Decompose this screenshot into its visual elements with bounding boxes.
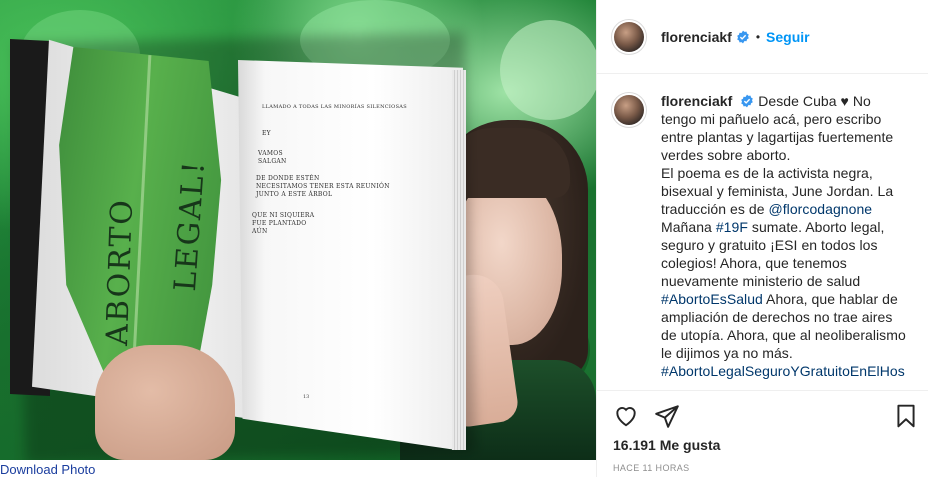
caption-text-line: traducción es de — [661, 201, 769, 217]
caption-text-line: nuevamente ministerio de salud — [661, 273, 861, 289]
book-page-right — [238, 60, 463, 450]
caption-text-line: Desde Cuba ♥ No — [758, 93, 871, 109]
caption-text-line: tengo mi pañuelo acá, pero escribo — [661, 111, 882, 127]
poem-text: DE DONDE ESTÉN NECESITAMOS TENER ESTA RE… — [256, 175, 390, 198]
person-hand-holding-book — [95, 345, 235, 460]
caption-line: Mañana #19F sumate. Aborto legal, — [661, 218, 906, 236]
caption-text-line: bisexual y feminista, June Jordan. La — [661, 183, 894, 199]
verified-icon — [737, 30, 749, 43]
hashtag-link[interactable]: #AbortoLegalSeguroYGratuitoEnElHos — [661, 362, 906, 380]
caption-text-line: Ahora, que hablar de — [762, 291, 898, 307]
leaf-handwriting: ABORTO — [100, 197, 141, 347]
post-side-panel: florenciakf • Seguir florenciakf Desde C… — [596, 0, 928, 477]
caption-text-line: Mañana — [661, 219, 716, 235]
caption-text-line: colegios! Ahora, que tenemos — [661, 255, 847, 271]
caption-text-line: El poema es de la activista negra, — [661, 165, 873, 181]
hashtag-link[interactable]: #AbortoEsSalud — [661, 291, 763, 307]
caption-text-line: seguro y gratuito ¡ESI en todos los — [661, 237, 878, 253]
avatar[interactable] — [611, 18, 647, 55]
caption-text-line: ampliación de derechos no trae aires — [661, 309, 893, 325]
poem-title: LLAMADO A TODAS LAS MINORÍAS SILENCIOSAS — [262, 104, 407, 110]
caption-line: #AbortoEsSalud Ahora, que hablar de — [661, 290, 906, 308]
hashtag-link[interactable]: #19F — [716, 219, 748, 235]
poem-text: EY — [262, 130, 271, 137]
foliage-highlight — [500, 20, 596, 120]
post-header: florenciakf • Seguir — [597, 0, 928, 74]
caption-line: florenciakf Desde Cuba ♥ No — [661, 92, 906, 110]
caption-text-line: entre plantas y lagartijas fuertemente — [661, 129, 894, 145]
caption-line: traducción es de @florcodagnone — [661, 200, 906, 218]
header-username[interactable]: florenciakf — [661, 29, 732, 45]
post-actions: 16.191 Me gusta HACE 11 HORAS — [597, 390, 928, 477]
caption-username[interactable]: florenciakf — [661, 93, 732, 109]
post-timestamp[interactable]: HACE 11 HORAS — [613, 463, 690, 473]
poem-text: QUE NI SIQUIERA FUE PLANTADO AÚN — [252, 212, 315, 235]
share-icon[interactable] — [654, 403, 680, 429]
page-number: 13 — [303, 394, 310, 400]
avatar-image — [614, 95, 644, 125]
verified-icon — [741, 94, 754, 108]
follow-button[interactable]: Seguir — [766, 29, 810, 45]
mention-link[interactable]: @florcodagnone — [768, 201, 872, 217]
separator-dot: • — [755, 29, 761, 44]
likes-count[interactable]: 16.191 Me gusta — [613, 437, 720, 453]
caption-text-line: de utopía. Ahora, que al neoliberalismo — [661, 327, 906, 343]
caption-text-line: verdes sobre aborto. — [661, 147, 791, 163]
heart-icon[interactable] — [613, 403, 639, 429]
book-page-edges — [452, 70, 466, 450]
avatar-image — [614, 21, 644, 52]
save-icon[interactable] — [893, 403, 919, 429]
caption: florenciakf Desde Cuba ♥ No tengo mi pañ… — [611, 92, 916, 380]
poem-text: VAMOS SALGAN — [258, 150, 287, 165]
download-photo-link[interactable]: Download Photo — [0, 462, 95, 477]
avatar[interactable] — [611, 92, 647, 128]
caption-text-line: sumate. Aborto legal, — [747, 219, 885, 235]
caption-text: florenciakf Desde Cuba ♥ No tengo mi pañ… — [661, 92, 906, 380]
post-photo[interactable]: ABORTO LEGAL! LLAMADO A TODAS LAS MINORÍ… — [0, 0, 596, 460]
caption-text-line: le dijimos ya no más. — [661, 345, 793, 361]
